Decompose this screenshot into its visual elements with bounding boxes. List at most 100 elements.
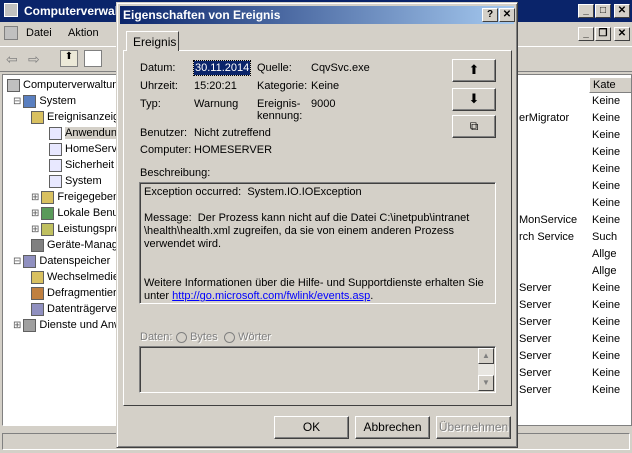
tree-item[interactable]: Anwendung bbox=[49, 125, 117, 141]
tree-item[interactable]: Datenträgerverwaltung bbox=[31, 301, 117, 317]
tree-item[interactable]: ⊟ System bbox=[13, 93, 76, 109]
apply-button[interactable]: Übernehmen bbox=[436, 416, 511, 439]
event-row-category[interactable]: Keine bbox=[592, 112, 620, 124]
tab-panel: Datum: 30.11.2014 Quelle: CqvSvc.exe Uhr… bbox=[123, 50, 512, 406]
tree-item[interactable]: Wechselmedien bbox=[31, 269, 118, 285]
system-menu-icon[interactable] bbox=[4, 26, 18, 40]
event-row-category[interactable]: Keine bbox=[592, 316, 620, 328]
event-list[interactable]: Kate Keine erMigrator Keine Keine Keine Keine… bbox=[516, 74, 632, 426]
radio-bytes[interactable]: Bytes bbox=[176, 331, 218, 343]
event-row-source[interactable]: rch Service bbox=[519, 231, 574, 243]
tree-item[interactable]: Geräte-Manager bbox=[31, 237, 117, 253]
expand-toggle-icon[interactable]: ⊞ bbox=[31, 224, 39, 235]
up-folder-icon[interactable]: ⬆ bbox=[60, 50, 78, 67]
expand-toggle-icon[interactable]: ⊟ bbox=[13, 256, 21, 267]
event-row-source[interactable]: MonService bbox=[519, 214, 577, 226]
description-text: Exception occurred: System.IO.IOExceptio… bbox=[140, 183, 495, 306]
datum-label: Datum: bbox=[140, 62, 176, 74]
event-row-category[interactable]: Allge bbox=[592, 248, 616, 260]
data-box[interactable]: ▲ ▼ bbox=[139, 346, 496, 393]
tree-item-label: Defragmentierung bbox=[47, 287, 117, 299]
expand-toggle-icon[interactable]: ⊞ bbox=[31, 192, 39, 203]
event-row-category[interactable]: Allge bbox=[592, 265, 616, 277]
uhrzeit-value: 15:20:21 bbox=[194, 80, 237, 92]
tree-item[interactable]: ⊞ Dienste und Anwendungen bbox=[13, 317, 117, 333]
tree-item[interactable]: HomeServer bbox=[49, 141, 117, 157]
event-row-category[interactable]: Keine bbox=[592, 95, 620, 107]
forward-arrow-icon[interactable]: ⇨ bbox=[28, 51, 40, 68]
event-row-source[interactable]: Server bbox=[519, 367, 551, 379]
child-restore-button[interactable]: ❐ bbox=[595, 27, 611, 41]
event-properties-dialog: Eigenschaften von Ereignis ? ✕ Ereignis … bbox=[116, 2, 518, 448]
description-box[interactable]: Exception occurred: System.IO.IOExceptio… bbox=[139, 182, 496, 304]
event-row-category[interactable]: Keine bbox=[592, 333, 620, 345]
tree-item[interactable]: ⊞ Leistungsprotokolle bbox=[31, 221, 117, 237]
menu-aktion[interactable]: Aktion bbox=[68, 27, 99, 39]
event-row-category[interactable]: Keine bbox=[592, 129, 620, 141]
tree-node-icon bbox=[49, 142, 62, 156]
tree-item[interactable]: ⊞ Lokale Benutzer bbox=[31, 205, 117, 221]
close-button[interactable]: ✕ bbox=[614, 4, 630, 18]
event-row-source[interactable]: Server bbox=[519, 384, 551, 396]
data-scrollbar[interactable]: ▲ ▼ bbox=[478, 348, 494, 391]
back-arrow-icon[interactable]: ⇦ bbox=[6, 51, 18, 68]
event-row-category[interactable]: Keine bbox=[592, 384, 620, 396]
cancel-label: Abbrechen bbox=[363, 420, 422, 434]
scroll-up-button[interactable]: ▲ bbox=[478, 348, 494, 364]
tree-item-label: Wechselmedien bbox=[47, 271, 118, 283]
help-link[interactable]: http://go.microsoft.com/fwlink/events.as… bbox=[172, 290, 370, 302]
ok-label: OK bbox=[302, 420, 321, 434]
quelle-value: CqvSvc.exe bbox=[311, 62, 370, 74]
event-row-source[interactable]: Server bbox=[519, 316, 551, 328]
event-row-category[interactable]: Keine bbox=[592, 299, 620, 311]
radio-woerter-circle bbox=[224, 331, 235, 343]
copy-button[interactable]: ⧉ bbox=[452, 115, 496, 138]
tree-item[interactable]: Computerverwaltung (Lokal) bbox=[7, 77, 117, 93]
dialog-close-button[interactable]: ✕ bbox=[499, 8, 515, 22]
tree-item[interactable]: Ereignisanzeige bbox=[31, 109, 117, 125]
column-header-kategorie[interactable]: Kate bbox=[589, 77, 631, 93]
event-row-source[interactable]: Server bbox=[519, 333, 551, 345]
next-event-button[interactable]: ⬇ bbox=[452, 88, 496, 111]
cancel-button[interactable]: Abbrechen bbox=[355, 416, 430, 439]
event-row-source[interactable]: Server bbox=[519, 282, 551, 294]
event-row-source[interactable]: Server bbox=[519, 299, 551, 311]
menu-datei[interactable]: Datei bbox=[26, 27, 52, 39]
tab-ereignis[interactable]: Ereignis bbox=[126, 31, 179, 51]
show-hide-tree-icon[interactable] bbox=[84, 50, 102, 67]
expand-toggle-icon[interactable]: ⊞ bbox=[31, 208, 39, 219]
event-row-source[interactable]: erMigrator bbox=[519, 112, 569, 124]
ok-button[interactable]: OK bbox=[274, 416, 349, 439]
child-close-button[interactable]: ✕ bbox=[614, 27, 630, 41]
console-tree[interactable]: Computerverwaltung (Lokal)⊟SystemEreigni… bbox=[2, 74, 118, 426]
tree-item[interactable]: System bbox=[49, 173, 102, 189]
expand-toggle-icon[interactable]: ⊟ bbox=[13, 96, 21, 107]
event-row-category[interactable]: Keine bbox=[592, 367, 620, 379]
tree-item[interactable]: Sicherheit bbox=[49, 157, 114, 173]
event-row-category[interactable]: Keine bbox=[592, 180, 620, 192]
tree-item[interactable]: Defragmentierung bbox=[31, 285, 117, 301]
event-row-category[interactable]: Keine bbox=[592, 350, 620, 362]
dialog-titlebar[interactable]: Eigenschaften von Ereignis ? ✕ bbox=[120, 6, 515, 24]
daten-label: Daten: bbox=[140, 331, 173, 343]
tree-item[interactable]: ⊟ Datenspeicher bbox=[13, 253, 110, 269]
kategorie-value: Keine bbox=[311, 80, 340, 92]
expand-toggle-icon[interactable]: ⊞ bbox=[13, 320, 21, 331]
event-row-category[interactable]: Keine bbox=[592, 163, 620, 175]
radio-woerter[interactable]: Wörter bbox=[224, 331, 271, 343]
scroll-down-button[interactable]: ▼ bbox=[478, 375, 494, 391]
event-row-category[interactable]: Such bbox=[592, 231, 617, 243]
child-minimize-button[interactable]: _ bbox=[578, 27, 594, 41]
event-row-category[interactable]: Keine bbox=[592, 146, 620, 158]
previous-event-button[interactable]: ⬆ bbox=[452, 59, 496, 82]
event-row-category[interactable]: Keine bbox=[592, 197, 620, 209]
event-row-category[interactable]: Keine bbox=[592, 282, 620, 294]
minimize-button[interactable]: _ bbox=[578, 4, 594, 18]
maximize-button[interactable]: □ bbox=[595, 4, 611, 18]
datum-value[interactable]: 30.11.2014 bbox=[192, 60, 252, 76]
tree-item[interactable]: ⊞ Freigegebene Ordner bbox=[31, 189, 117, 205]
radio-bytes-label: Bytes bbox=[190, 331, 218, 343]
event-row-category[interactable]: Keine bbox=[592, 214, 620, 226]
event-row-source[interactable]: Server bbox=[519, 350, 551, 362]
help-button[interactable]: ? bbox=[482, 8, 498, 22]
